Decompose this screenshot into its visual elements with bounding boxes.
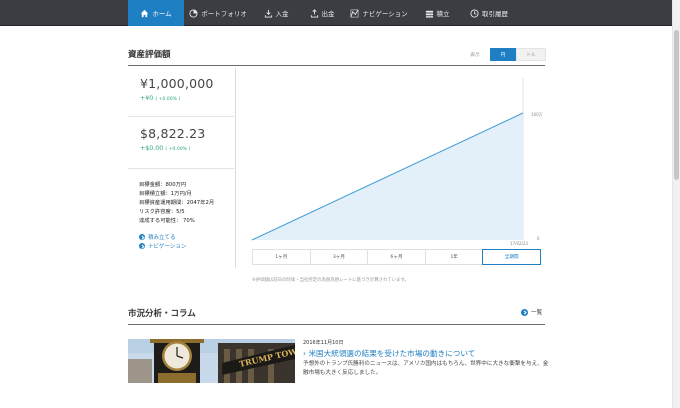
market-more-link[interactable]: 一覧	[521, 308, 542, 316]
scrollbar-thumb[interactable]	[674, 30, 679, 180]
goal-risk: リスク許容度：5/5	[139, 209, 185, 215]
article-title: 米国大統領選の結果を受けた市場の動きについて	[308, 349, 476, 358]
nav-item-home[interactable]: ホーム	[128, 0, 184, 26]
goal-probability: 達成する可能性： 70%	[139, 218, 195, 224]
range-tab-6m[interactable]: 6ヶ月	[367, 249, 426, 265]
nav-items: ホーム ポートフォリオ 入金 出金 ナビゲーション 積立 取引履歴	[128, 0, 518, 26]
nav-label: ホーム	[152, 10, 172, 18]
panel-divider	[128, 116, 234, 117]
usd-delta-percent: ( +0.00% )	[165, 147, 191, 152]
nav-item-portfolio[interactable]: ポートフォリオ	[184, 0, 252, 26]
currency-toggle: 表示 円 ドル	[460, 48, 546, 61]
nav-item-savings[interactable]: 積立	[414, 0, 460, 26]
arrow-circle-icon	[139, 243, 145, 249]
usd-delta-value: +$0.00	[140, 145, 164, 152]
withdraw-icon	[310, 8, 318, 18]
currency-usd-button[interactable]: ドル	[516, 48, 546, 61]
x-tick-label-end: 17/02/23	[510, 241, 528, 246]
clock-icon	[470, 8, 479, 18]
market-more-label: 一覧	[531, 310, 543, 316]
currency-display-label: 表示	[470, 53, 480, 58]
goal-monthly: 目標積立額：1万円/月	[139, 191, 192, 197]
jpy-delta-percent: ( +0.00% )	[155, 97, 181, 102]
link-save[interactable]: 積み立てる	[139, 233, 176, 241]
page-scrollbar[interactable]	[672, 0, 680, 408]
nav-label: 取引履歴	[482, 10, 508, 18]
goal-amount: 目標金額：800万円	[139, 182, 187, 188]
arrow-circle-icon	[139, 234, 145, 240]
jpy-delta: +¥0 ( +0.00% )	[140, 95, 180, 102]
arrow-circle-icon	[521, 308, 528, 316]
deposit-icon	[264, 9, 272, 18]
nav-label: ナビゲーション	[362, 10, 408, 18]
assets-section-title: 資産評価額	[128, 50, 171, 60]
nav-item-deposit[interactable]: 入金	[252, 0, 300, 26]
link-navigation[interactable]: ナビゲーション	[139, 242, 186, 250]
range-tab-1m[interactable]: 1ヶ月	[252, 249, 311, 265]
pie-chart-icon	[189, 8, 198, 18]
range-tab-1y[interactable]: 1年	[424, 249, 484, 265]
assets-section-divider	[128, 65, 545, 66]
nav-label: 積立	[436, 10, 450, 18]
chart-range-tabs: 1ヶ月 3ヶ月 6ヶ月 1年 全期間	[252, 249, 541, 265]
y-tick-label-max: 100万	[531, 112, 543, 117]
nav-label: 入金	[275, 10, 289, 18]
goal-period: 目標資産運用期間：2047年2月	[139, 200, 215, 206]
link-navigation-label: ナビゲーション	[148, 244, 187, 250]
asset-chart: 100万 0 17/02/23	[251, 78, 543, 246]
article-summary: 予想外のトランプ氏勝利のニュースは、アメリカ国内はもちろん、世界中に大きな衝撃を…	[303, 361, 549, 376]
article-date: 2016年11月10日	[303, 340, 344, 346]
navigation-icon	[350, 9, 359, 17]
nav-label: ポートフォリオ	[201, 10, 247, 18]
y-tick-label-min: 0	[537, 236, 540, 241]
top-navigation-bar: ホーム ポートフォリオ 入金 出金 ナビゲーション 積立 取引履歴	[0, 0, 672, 26]
article-thumbnail-image[interactable]: TRUMP TOWER	[128, 339, 295, 383]
nav-item-withdraw[interactable]: 出金	[300, 0, 344, 26]
valuation-note: ※評価額は前日の時価・当社所定の為替為替レートに基づき計算されています。	[252, 278, 409, 283]
jpy-delta-value: +¥0	[140, 95, 154, 102]
range-tab-all[interactable]: 全期間	[482, 249, 541, 265]
usd-delta: +$0.00 ( +0.00% )	[140, 145, 190, 152]
market-section-divider	[128, 324, 545, 325]
usd-amount: $8,822.23	[140, 126, 206, 141]
nav-label: 出金	[321, 10, 335, 18]
range-tab-3m[interactable]: 3ヶ月	[309, 249, 369, 265]
savings-icon	[425, 10, 433, 18]
home-icon	[141, 9, 149, 17]
article-title-link[interactable]: › 米国大統領選の結果を受けた市場の動きについて	[303, 348, 475, 359]
market-section-title: 市況分析・コラム	[128, 309, 196, 319]
jpy-amount: ¥1,000,000	[140, 76, 214, 91]
asset-summary-panel: ¥1,000,000 +¥0 ( +0.00% ) $8,822.23 +$0.…	[128, 68, 236, 268]
panel-divider	[128, 168, 234, 169]
currency-jpy-button[interactable]: 円	[490, 48, 516, 61]
nav-item-navigation[interactable]: ナビゲーション	[344, 0, 414, 26]
nav-item-history[interactable]: 取引履歴	[460, 0, 518, 26]
link-save-label: 積み立てる	[148, 235, 176, 241]
